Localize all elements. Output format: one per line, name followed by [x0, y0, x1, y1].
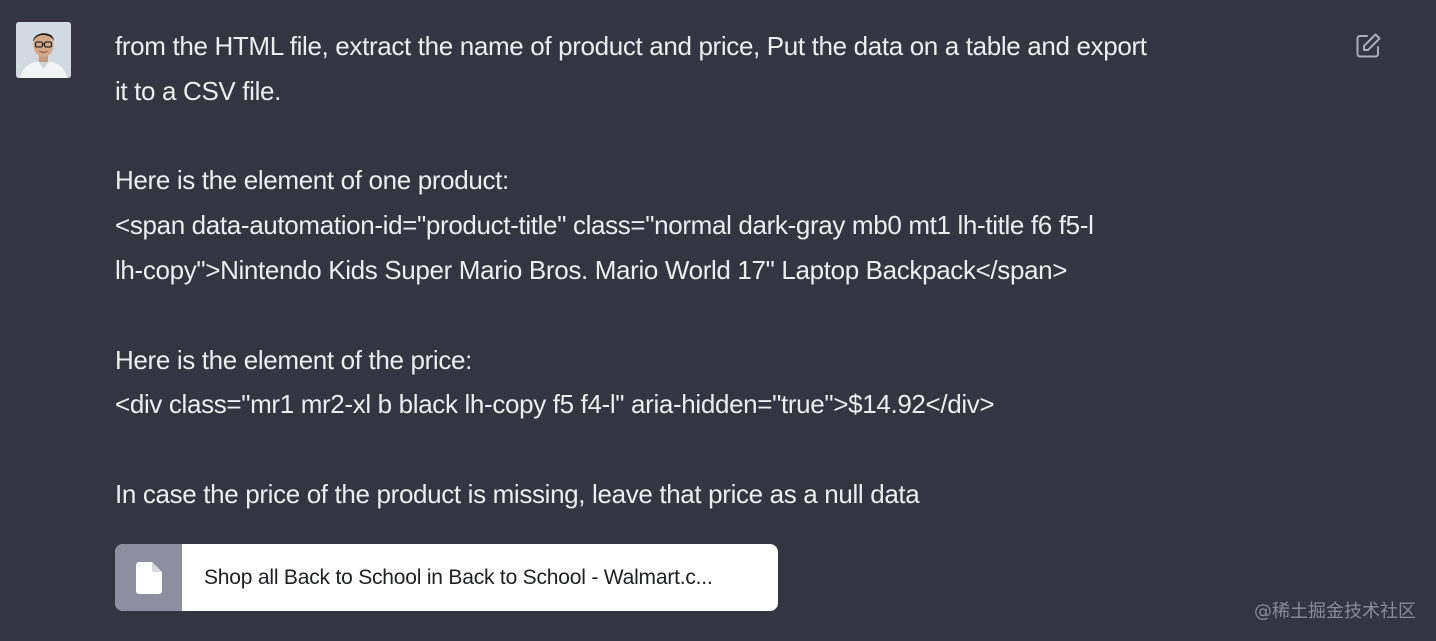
edit-icon	[1356, 33, 1381, 58]
file-icon-box	[115, 544, 182, 611]
message-line: it to a CSV file.	[115, 75, 282, 106]
user-message: from the HTML file, extract the name of …	[115, 24, 1340, 517]
message-line: from the HTML file, extract the name of …	[115, 31, 1147, 61]
message-line: Here is the element of one product:	[115, 165, 509, 196]
message-line: In case the price of the product is miss…	[115, 478, 920, 509]
message-line: <span data-automation-id="product-title"…	[115, 210, 1094, 241]
message-line: lh-copy">Nintendo Kids Super Mario Bros.…	[115, 254, 1068, 285]
file-name: Shop all Back to School in Back to Schoo…	[204, 565, 713, 589]
file-attachment[interactable]: Shop all Back to School in Back to Schoo…	[115, 544, 778, 611]
edit-message-button[interactable]	[1353, 31, 1383, 61]
chat-message-row: from the HTML file, extract the name of …	[0, 0, 1436, 641]
message-line: <div class="mr1 mr2-xl b black lh-copy f…	[115, 389, 995, 420]
watermark: @稀土掘金技术社区	[1254, 601, 1416, 622]
message-line: Here is the element of the price:	[115, 344, 472, 375]
file-icon	[135, 561, 162, 594]
user-avatar	[16, 22, 71, 78]
